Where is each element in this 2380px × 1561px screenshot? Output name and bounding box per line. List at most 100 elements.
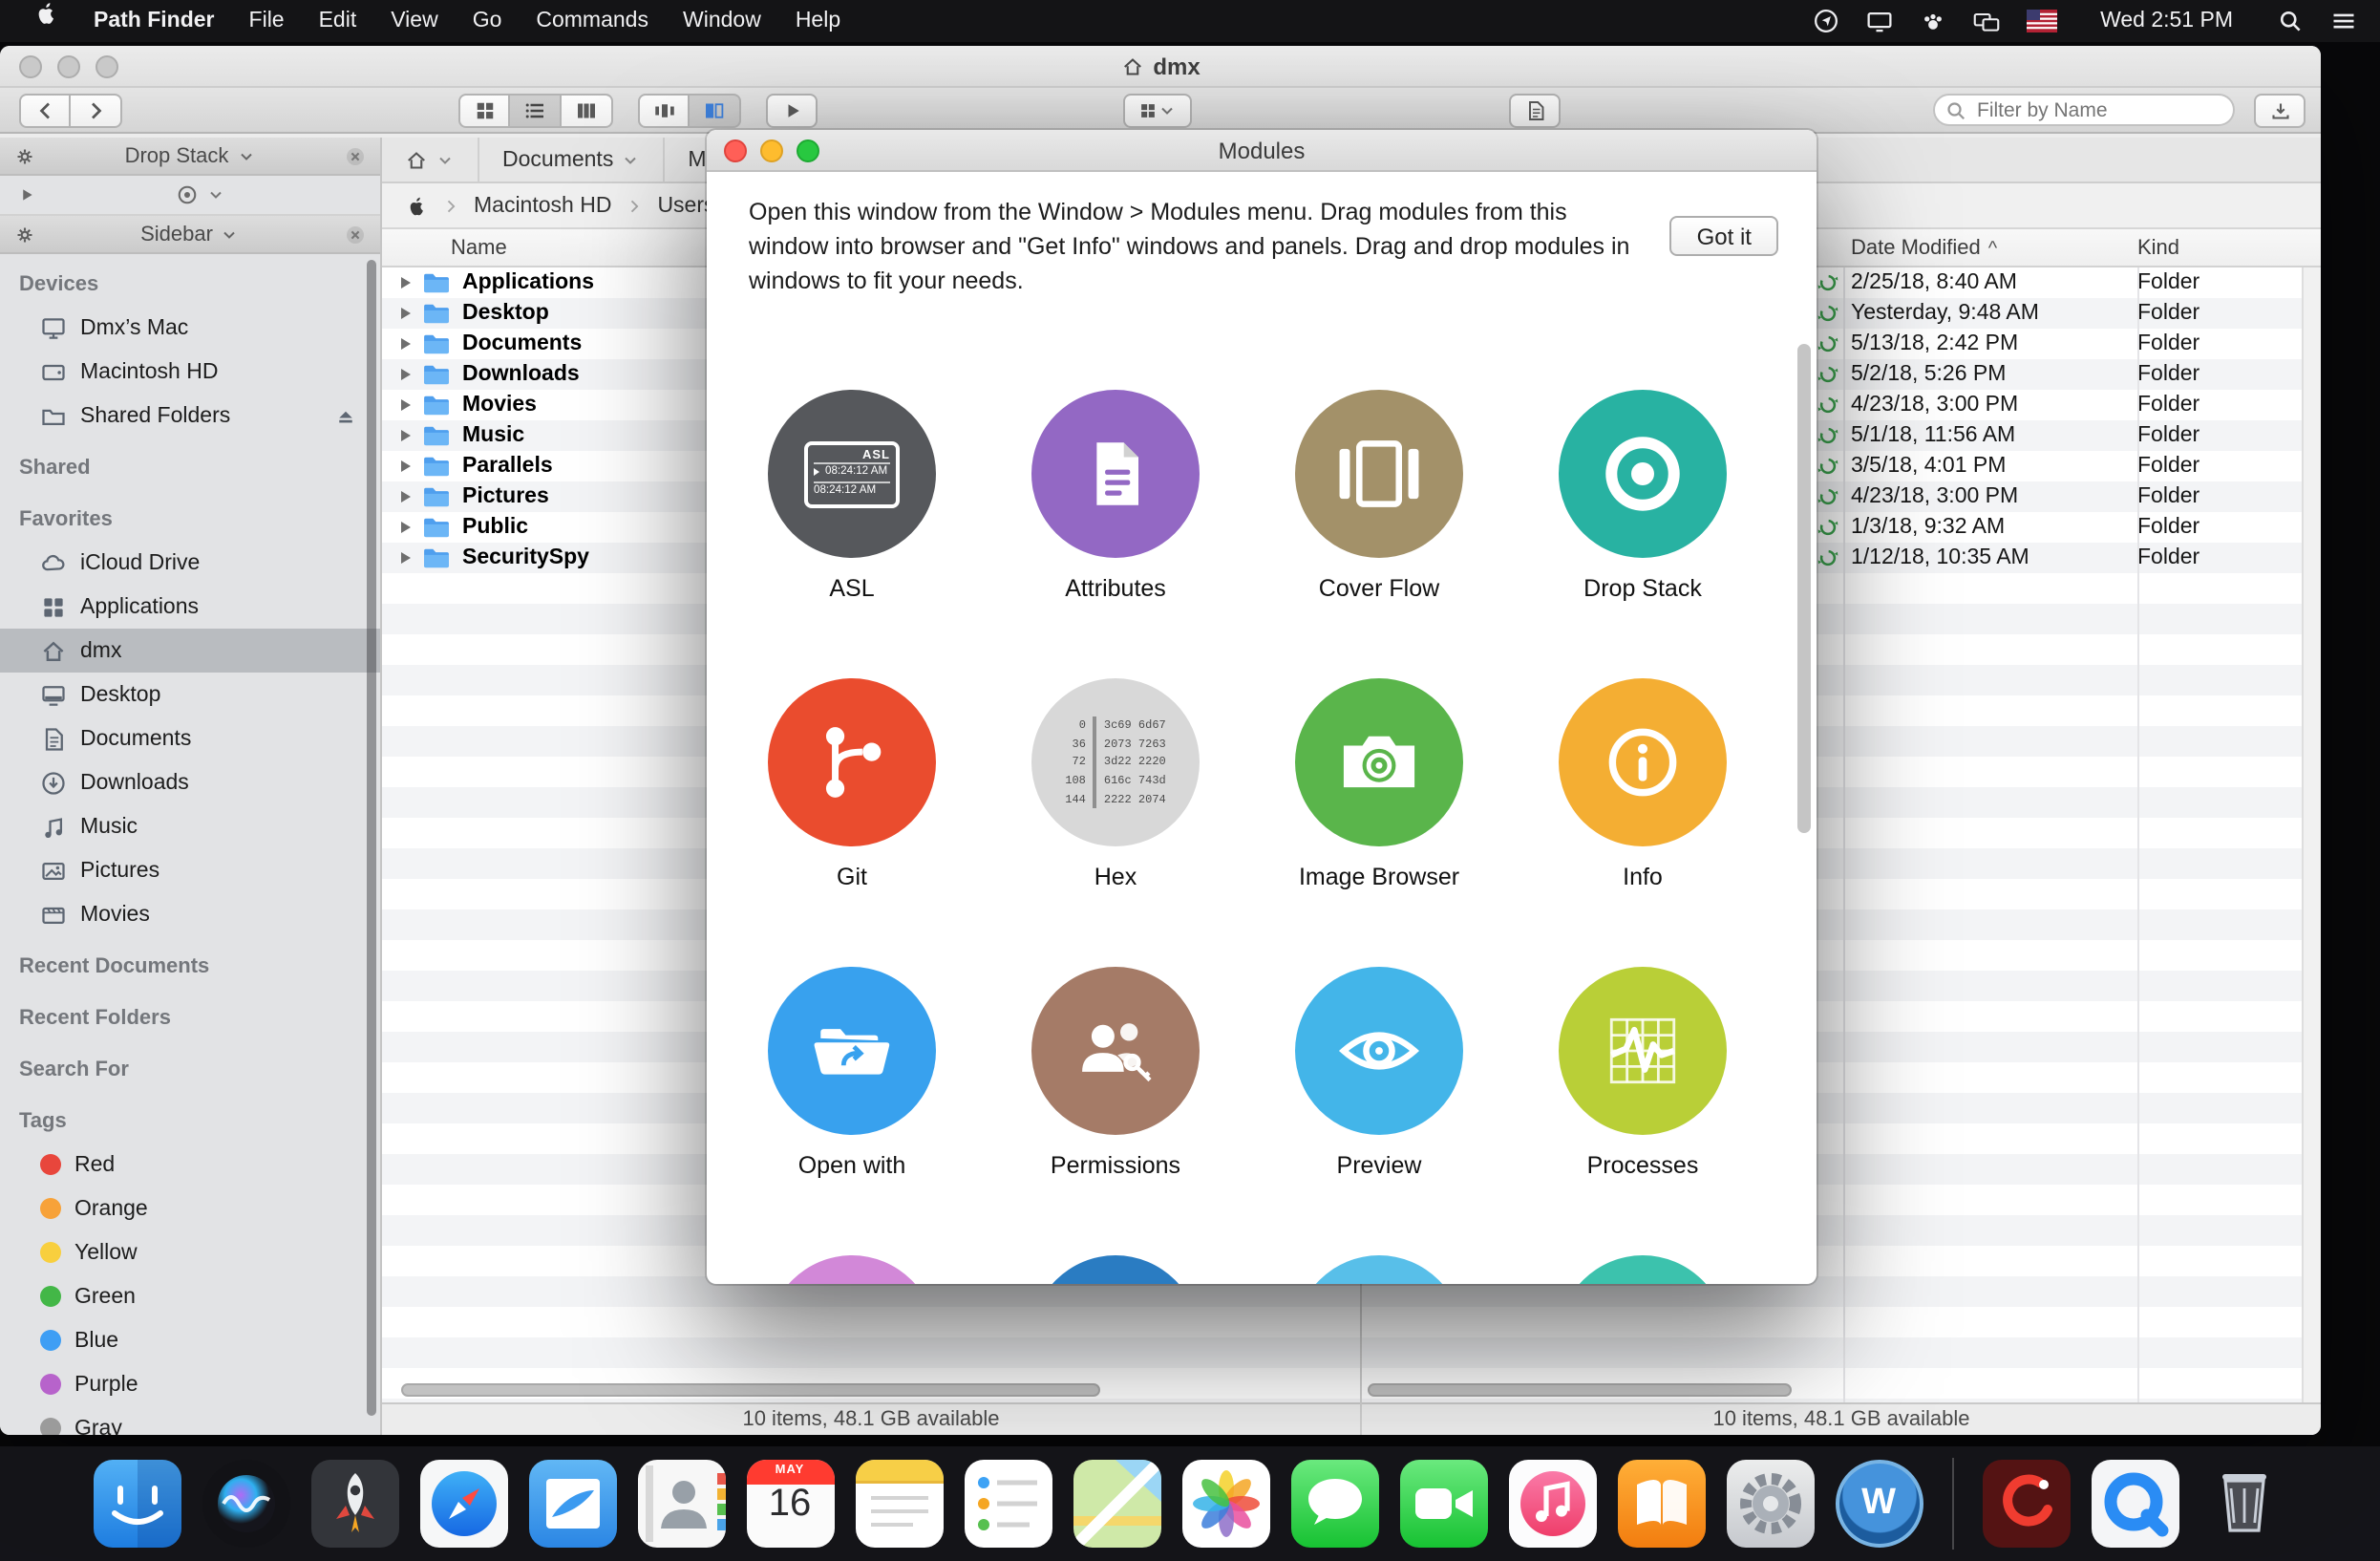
module-permissions[interactable]: Permissions [984,968,1247,1256]
column-header-kind[interactable]: Kind [2137,236,2321,259]
dock-facetime-icon[interactable] [1399,1460,1487,1548]
menu-view[interactable]: View [373,0,455,42]
breadcrumb-macintosh-hd[interactable]: Macintosh HD [474,194,611,217]
dock-finder-icon[interactable] [93,1460,181,1548]
disclosure-triangle-icon[interactable] [401,369,411,380]
location-menu-icon[interactable] [1812,8,1838,34]
menu-window[interactable]: Window [666,0,778,42]
zoom-window-button[interactable] [96,55,118,78]
dock-safari-icon[interactable] [419,1460,507,1548]
cover-flow-button[interactable] [638,93,690,127]
slideshow-button[interactable] [766,93,818,127]
dock-adobe-acrobat-icon[interactable] [1982,1460,2070,1548]
close-window-button[interactable] [19,55,42,78]
module-info[interactable]: Info [1511,679,1774,968]
sidebar-section-recent-documents[interactable]: Recent Documents [0,944,380,988]
sidebar-tag-blue[interactable]: Blue [0,1318,380,1362]
column-view-button[interactable] [562,93,613,127]
dock-reminders-icon[interactable] [964,1460,1052,1548]
disclosure-triangle-icon[interactable] [401,430,411,441]
sidebar-item-dmx[interactable]: dmx [0,629,380,673]
disclosure-triangle-icon[interactable] [401,491,411,503]
module-partial-3[interactable] [1247,1256,1511,1285]
minimize-window-button[interactable] [57,55,80,78]
module-attributes[interactable]: Attributes [984,391,1247,679]
apple-icon[interactable] [405,194,428,217]
close-icon[interactable] [344,144,367,167]
module-partial-1[interactable] [720,1256,984,1285]
dual-pane-button[interactable] [690,93,741,127]
forward-button[interactable] [71,93,122,127]
dock-notes-icon[interactable] [855,1460,943,1548]
dock-quicktime-icon[interactable] [2091,1460,2178,1548]
module-git[interactable]: Git [720,679,984,968]
sidebar-tag-gray[interactable]: Gray [0,1406,380,1435]
disclosure-triangle-icon[interactable] [401,338,411,350]
minimize-dialog-button[interactable] [760,139,783,162]
menu-help[interactable]: Help [778,0,858,42]
menu-edit[interactable]: Edit [302,0,374,42]
module-partial-4[interactable] [1511,1256,1774,1285]
sidebar-panel-header[interactable]: Sidebar [0,216,380,254]
display-menu-icon[interactable] [1865,8,1892,34]
app-menu-title[interactable]: Path Finder [76,0,232,42]
module-drop-stack[interactable]: Drop Stack [1511,391,1774,679]
sidebar-item-icloud-drive[interactable]: iCloud Drive [0,541,380,585]
vertical-scrollbar[interactable] [2302,267,2321,1402]
input-source-flag-icon[interactable] [2026,10,2056,32]
displays-menu-icon[interactable] [1972,8,1999,34]
module-preview[interactable]: Preview [1247,968,1511,1256]
got-it-button[interactable]: Got it [1670,216,1778,256]
play-icon[interactable] [17,185,36,204]
sidebar-item-macintosh-hd[interactable]: Macintosh HD [0,350,380,394]
dock-w-app-icon[interactable]: W [1835,1460,1923,1548]
sidebar-tag-green[interactable]: Green [0,1274,380,1318]
menu-clock[interactable]: Wed 2:51 PM [2083,0,2250,42]
dock-trash-icon[interactable] [2199,1460,2287,1548]
window-title-bar[interactable]: dmx [0,46,2321,88]
sidebar-scrollbar[interactable] [367,260,376,1416]
paw-menu-icon[interactable] [1919,8,1945,34]
sidebar-item-desktop[interactable]: Desktop [0,673,380,716]
close-icon[interactable] [344,223,367,246]
sidebar-tag-orange[interactable]: Orange [0,1187,380,1230]
horizontal-scrollbar[interactable] [401,1383,1100,1397]
arrange-menu-button[interactable] [1123,94,1192,128]
notification-center-icon[interactable] [2330,8,2357,34]
menu-commands[interactable]: Commands [519,0,666,42]
sidebar-item-music[interactable]: Music [0,804,380,848]
clipboard-button[interactable] [1509,94,1561,128]
drop-stack-row[interactable] [0,176,380,216]
gear-icon[interactable] [13,223,36,246]
spotlight-search-icon[interactable] [2277,8,2304,34]
apple-menu[interactable] [15,0,76,42]
sidebar-item-documents[interactable]: Documents [0,716,380,760]
dock-siri-icon[interactable] [202,1460,289,1548]
dock-ibooks-icon[interactable] [1617,1460,1705,1548]
sidebar-tag-purple[interactable]: Purple [0,1362,380,1406]
tab-home[interactable] [382,138,479,182]
disclosure-triangle-icon[interactable] [401,522,411,533]
dock-system-preferences-icon[interactable] [1726,1460,1814,1548]
back-button[interactable] [19,93,71,127]
dock-photos-icon[interactable] [1181,1460,1269,1548]
dock-launchpad-icon[interactable] [310,1460,398,1548]
close-dialog-button[interactable] [724,139,747,162]
module-processes[interactable]: Processes [1511,968,1774,1256]
sidebar-item-dmxs-mac[interactable]: Dmx’s Mac [0,306,380,350]
sidebar-section-search-for[interactable]: Search For [0,1047,380,1091]
dock-messages-icon[interactable] [1290,1460,1378,1548]
sidebar-item-shared-folders[interactable]: Shared Folders [0,394,380,438]
zoom-dialog-button[interactable] [797,139,819,162]
filter-input[interactable] [1933,94,2235,126]
disclosure-triangle-icon[interactable] [401,399,411,411]
drop-stack-header[interactable]: Drop Stack [0,138,380,176]
module-hex[interactable]: 0 36 72 108 144 3c69 6d67 2073 7263 3d22… [984,679,1247,968]
menu-go[interactable]: Go [456,0,520,42]
dock-itunes-icon[interactable] [1508,1460,1596,1548]
sidebar-tag-yellow[interactable]: Yellow [0,1230,380,1274]
sidebar-item-applications[interactable]: Applications [0,585,380,629]
download-button[interactable] [2254,93,2306,127]
dialog-scrollbar[interactable] [1797,344,1811,833]
disclosure-triangle-icon[interactable] [401,552,411,564]
